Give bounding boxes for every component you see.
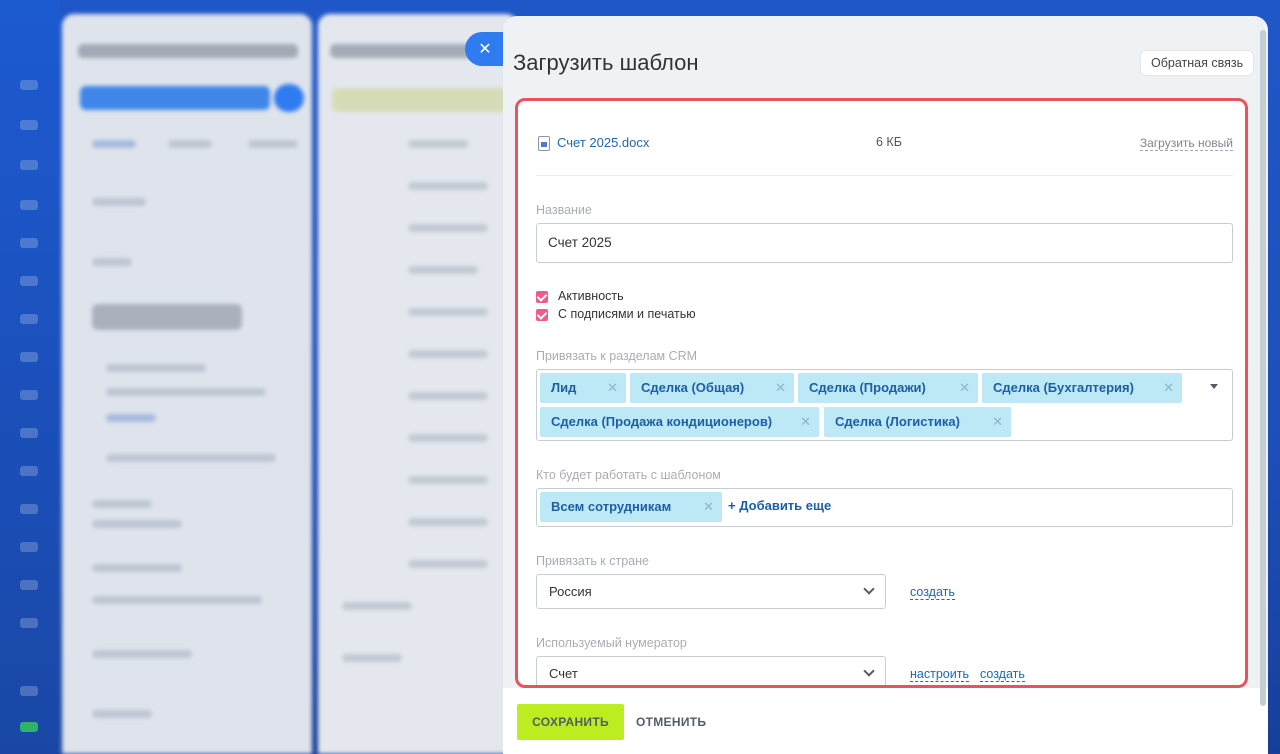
remove-tag-icon[interactable]: ✕ [959, 373, 970, 403]
tag-label: Лид [551, 380, 577, 395]
feedback-button[interactable]: Обратная связь [1140, 50, 1255, 76]
active-checkbox-label: Активность [558, 289, 624, 303]
country-create-link[interactable]: создать [910, 585, 955, 600]
tag-label: Сделка (Бухгалтерия) [993, 380, 1134, 395]
crm-tag-lead: Лид ✕ [540, 373, 626, 403]
remove-tag-icon[interactable]: ✕ [703, 492, 714, 522]
tag-label: Сделка (Общая) [641, 380, 745, 395]
tag-label: Всем сотрудникам [551, 499, 672, 514]
remove-tag-icon[interactable]: ✕ [607, 373, 618, 403]
crm-tag-deal-ac-sales: Сделка (Продажа кондиционеров) ✕ [540, 407, 819, 437]
panel-scrollbar[interactable] [1260, 30, 1266, 706]
country-label: Привязать к стране [536, 554, 649, 568]
users-selector[interactable]: Всем сотрудникам ✕ + Добавить еще [536, 488, 1233, 527]
crm-sections-label: Привязать к разделам CRM [536, 349, 698, 363]
numerator-label: Используемый нумератор [536, 636, 687, 650]
panel-footer: СОХРАНИТЬ ОТМЕНИТЬ [503, 688, 1268, 754]
save-button[interactable]: СОХРАНИТЬ [517, 704, 624, 740]
numerator-configure-link[interactable]: настроить [910, 667, 969, 682]
docx-file-icon [538, 136, 550, 151]
close-panel-button[interactable]: ✕ [465, 32, 505, 66]
remove-tag-icon[interactable]: ✕ [800, 407, 811, 437]
numerator-create-link[interactable]: создать [980, 667, 1025, 682]
caret-down-icon[interactable] [1210, 384, 1218, 389]
numerator-select-value: Счет [549, 666, 578, 681]
name-input[interactable]: Счет 2025 [536, 223, 1233, 263]
tag-label: Сделка (Логистика) [835, 414, 960, 429]
add-more-link[interactable]: + Добавить еще [728, 498, 831, 513]
tag-label: Сделка (Продажа кондиционеров) [551, 414, 773, 429]
remove-tag-icon[interactable]: ✕ [775, 373, 786, 403]
crm-tag-deal-sales: Сделка (Продажи) ✕ [798, 373, 978, 403]
left-nav-rail [0, 0, 60, 754]
file-name-link[interactable]: Счет 2025.docx [557, 135, 649, 150]
background-left-panel [62, 14, 312, 754]
upload-template-panel: Загрузить шаблон Обратная связь Счет 202… [503, 16, 1268, 754]
uploaded-file-row: Счет 2025.docx 6 КБ Загрузить новый [536, 133, 1233, 153]
upload-new-link[interactable]: Загрузить новый [1139, 136, 1233, 151]
user-tag-all-employees: Всем сотрудникам ✕ [540, 492, 722, 522]
name-label: Название [536, 203, 592, 217]
country-select-value: Россия [549, 584, 592, 599]
active-checkbox[interactable] [536, 291, 548, 303]
numerator-select[interactable]: Счет [536, 656, 886, 685]
remove-tag-icon[interactable]: ✕ [1163, 373, 1174, 403]
crm-tag-deal-accounting: Сделка (Бухгалтерия) ✕ [982, 373, 1182, 403]
divider [536, 175, 1233, 176]
background-list-panel [318, 14, 518, 754]
signatures-checkbox-label: С подписями и печатью [558, 307, 696, 321]
template-form-card: Счет 2025.docx 6 КБ Загрузить новый Назв… [515, 98, 1248, 688]
page-title: Загрузить шаблон [513, 50, 699, 75]
close-icon: ✕ [478, 41, 492, 58]
country-select[interactable]: Россия [536, 574, 886, 609]
signatures-checkbox[interactable] [536, 309, 548, 321]
chevron-down-icon [863, 665, 875, 677]
cancel-button[interactable]: ОТМЕНИТЬ [636, 704, 706, 740]
crm-sections-selector[interactable]: Лид ✕ Сделка (Общая) ✕ Сделка (Продажи) ✕ С… [536, 369, 1233, 441]
file-size: 6 КБ [876, 135, 902, 149]
remove-tag-icon[interactable]: ✕ [992, 407, 1003, 437]
tag-label: Сделка (Продажи) [809, 380, 926, 395]
crm-tag-deal-general: Сделка (Общая) ✕ [630, 373, 794, 403]
chevron-down-icon [863, 583, 875, 595]
crm-tag-deal-logistics: Сделка (Логистика) ✕ [824, 407, 1011, 437]
users-label: Кто будет работать с шаблоном [536, 468, 721, 482]
